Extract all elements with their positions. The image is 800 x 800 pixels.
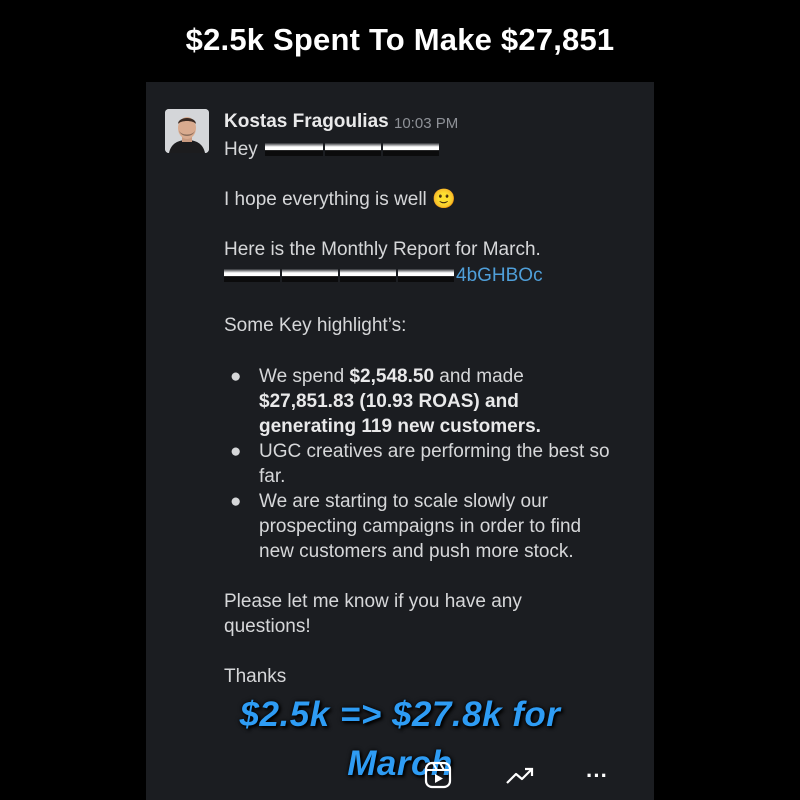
message-line-1: I hope everything is well 🙂 bbox=[224, 189, 456, 210]
trending-up-icon[interactable] bbox=[505, 765, 535, 792]
greeting-line: Hey bbox=[224, 137, 441, 162]
closing-text: Please let me know if you have any quest… bbox=[224, 591, 522, 637]
greeting-text: Hey bbox=[224, 139, 258, 160]
link-text[interactable]: 4bGHBOc bbox=[456, 265, 543, 286]
list-item: ● UGC creatives are performing the best … bbox=[230, 441, 610, 487]
timestamp: 10:03 PM bbox=[394, 115, 459, 132]
redacted-link bbox=[398, 269, 454, 283]
thanks-text: Thanks bbox=[224, 666, 287, 687]
redacted-link bbox=[340, 269, 396, 283]
redacted-name bbox=[265, 143, 324, 157]
message-line-2: Here is the Monthly Report for March. bbox=[224, 239, 541, 260]
list-item: ● We are starting to scale slowly our pr… bbox=[230, 491, 582, 562]
redacted-link bbox=[224, 269, 280, 283]
message-card: Kostas Fragoulias 10:03 PM Hey I hope ev… bbox=[146, 82, 654, 800]
headline: $2.5k Spent To Make $27,851 bbox=[185, 22, 615, 57]
avatar[interactable] bbox=[165, 109, 209, 153]
sender-name[interactable]: Kostas Fragoulias bbox=[224, 111, 389, 133]
redacted-link bbox=[282, 269, 338, 283]
reels-icon[interactable] bbox=[424, 761, 452, 794]
report-link[interactable]: 4bGHBOc bbox=[224, 263, 543, 288]
highlights-title: Some Key highlight’s: bbox=[224, 315, 407, 336]
more-icon[interactable]: ··· bbox=[586, 763, 608, 789]
list-item: ● We spend $2,548.50 and made $27,851.83… bbox=[230, 366, 541, 437]
overlay-caption-line-2: March bbox=[347, 744, 453, 783]
overlay-caption-line-1: $2.5k => $27.8k for bbox=[239, 695, 561, 734]
highlights-list: ● We spend $2,548.50 and made $27,851.83… bbox=[224, 364, 619, 564]
redacted-name bbox=[325, 143, 382, 157]
redacted-name bbox=[383, 143, 440, 157]
